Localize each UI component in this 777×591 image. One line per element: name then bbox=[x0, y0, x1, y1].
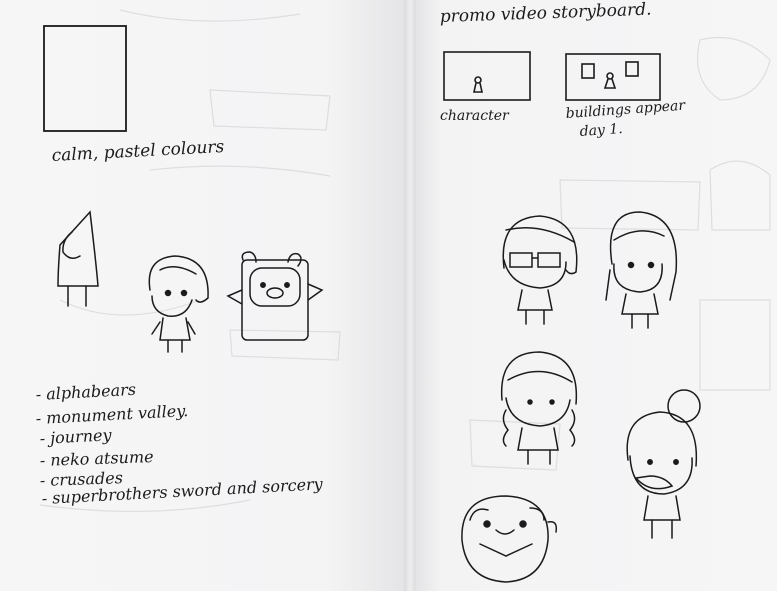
reference-item: - monument valley. bbox=[35, 401, 188, 428]
storyboard-frame-character bbox=[443, 51, 531, 101]
reference-games-list: - alphabears - monument valley. - journe… bbox=[35, 380, 324, 508]
sketchbook-spread: calm, pastel colours - alphabears - monu… bbox=[0, 0, 777, 591]
frame-caption-buildings: buildings appear bbox=[565, 98, 687, 122]
reference-item: - neko atsume bbox=[39, 447, 153, 470]
hooded-figure-sketch bbox=[57, 210, 99, 307]
note-calm-pastel: calm, pastel colours bbox=[51, 137, 225, 166]
braided-character-sketch bbox=[500, 351, 578, 465]
storyboard-frame-buildings bbox=[565, 53, 661, 101]
storyboard-frame-blank bbox=[43, 25, 127, 132]
reference-item: - journey bbox=[39, 425, 113, 448]
bun-hair-character-sketch bbox=[626, 389, 701, 539]
bear-block-character-sketch bbox=[226, 251, 324, 341]
sketch-ink-layer: calm, pastel colours - alphabears - monu… bbox=[35, 0, 771, 583]
frame-caption-character: character bbox=[440, 108, 510, 124]
storyboard-title: promo video storyboard. bbox=[439, 0, 651, 27]
reference-item: - alphabears bbox=[35, 380, 136, 404]
frame-caption-day: day 1. bbox=[579, 121, 623, 140]
girl-character-sketch bbox=[148, 255, 209, 353]
round-mascot-sketch bbox=[461, 495, 558, 583]
glasses-character-sketch bbox=[502, 215, 578, 325]
